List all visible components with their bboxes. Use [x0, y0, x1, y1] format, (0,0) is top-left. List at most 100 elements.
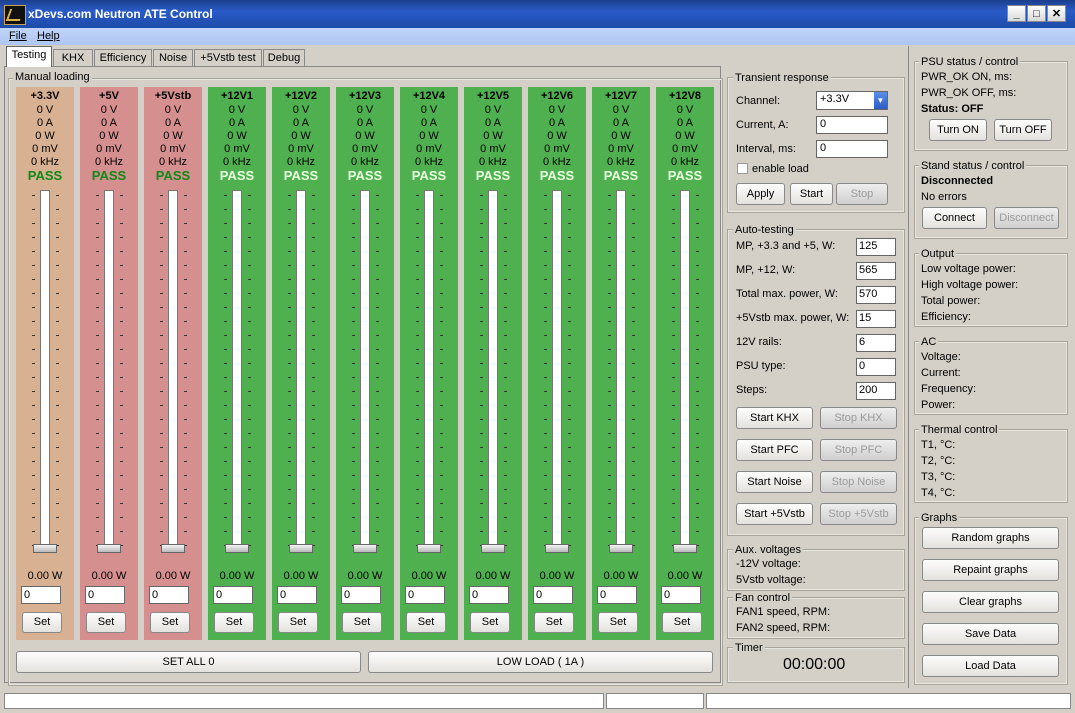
autotest-stop-button[interactable]: Stop KHX	[820, 407, 897, 429]
random-graphs-button[interactable]: Random graphs	[922, 527, 1059, 549]
rail-set-button[interactable]: Set	[278, 612, 318, 633]
autotest-stop-button[interactable]: Stop PFC	[820, 439, 897, 461]
start-button[interactable]: Start	[790, 183, 833, 205]
rail-set-button[interactable]: Set	[662, 612, 702, 633]
slider-tick	[184, 321, 187, 322]
slider-tick	[32, 461, 35, 462]
tab-debug[interactable]: Debug	[263, 49, 305, 66]
autotest-field-input[interactable]: 6	[856, 334, 896, 352]
load-slider-thumb[interactable]	[545, 544, 569, 553]
autotest-start-button[interactable]: Start +5Vstb	[736, 503, 813, 525]
rail-load-input[interactable]	[469, 586, 509, 604]
channel-select[interactable]: +3.3V ▼	[816, 91, 888, 110]
autotest-field-input[interactable]: 570	[856, 286, 896, 304]
load-slider-track[interactable]	[40, 190, 50, 548]
rail-load-input[interactable]	[277, 586, 317, 604]
autotest-start-button[interactable]: Start Noise	[736, 471, 813, 493]
turn-on-button[interactable]: Turn ON	[929, 119, 987, 141]
slider-tick	[632, 475, 635, 476]
load-slider-track[interactable]	[424, 190, 434, 548]
autotest-field-input[interactable]: 15	[856, 310, 896, 328]
load-slider-track[interactable]	[296, 190, 306, 548]
menu-file[interactable]: File	[9, 30, 27, 42]
autotest-field-input[interactable]: 125	[856, 238, 896, 256]
rail-set-button[interactable]: Set	[86, 612, 126, 633]
load-slider-thumb[interactable]	[673, 544, 697, 553]
slider-tick	[504, 517, 507, 518]
rail-set-button[interactable]: Set	[22, 612, 62, 633]
interval-input[interactable]: 0	[816, 140, 888, 158]
rail-load-input[interactable]	[149, 586, 189, 604]
rail-load-input[interactable]	[341, 586, 381, 604]
menu-help[interactable]: Help	[37, 30, 60, 42]
rail-set-button[interactable]: Set	[598, 612, 638, 633]
save-data-button[interactable]: Save Data	[922, 623, 1059, 645]
rail-set-button[interactable]: Set	[214, 612, 254, 633]
load-slider-track[interactable]	[680, 190, 690, 548]
autotest-start-button[interactable]: Start PFC	[736, 439, 813, 461]
tab-5vstb-test[interactable]: +5Vstb test	[194, 49, 262, 66]
autotest-field-input[interactable]: 565	[856, 262, 896, 280]
load-slider-track[interactable]	[104, 190, 114, 548]
chevron-down-icon[interactable]: ▼	[874, 92, 887, 109]
close-button[interactable]: ✕	[1047, 5, 1066, 22]
rail-set-button[interactable]: Set	[342, 612, 382, 633]
load-slider-track[interactable]	[360, 190, 370, 548]
tab-testing[interactable]: Testing	[6, 46, 52, 67]
tab-noise[interactable]: Noise	[153, 49, 193, 66]
autotest-field-input[interactable]: 200	[856, 382, 896, 400]
rail-set-button[interactable]: Set	[406, 612, 446, 633]
low-load-button[interactable]: LOW LOAD ( 1A )	[368, 651, 713, 673]
set-all-button[interactable]: SET ALL 0	[16, 651, 361, 673]
load-slider-thumb[interactable]	[97, 544, 121, 553]
load-slider-track[interactable]	[232, 190, 242, 548]
slider-tick	[608, 447, 611, 448]
slider-tick	[120, 209, 123, 210]
load-slider-thumb[interactable]	[353, 544, 377, 553]
slider-tick	[544, 503, 547, 504]
rail-load-input[interactable]	[405, 586, 445, 604]
rail-set-button[interactable]: Set	[470, 612, 510, 633]
load-slider-track[interactable]	[616, 190, 626, 548]
slider-tick	[480, 307, 483, 308]
disconnect-button[interactable]: Disconnect	[994, 207, 1059, 229]
enable-load-checkbox[interactable]	[737, 163, 748, 174]
autotest-field-input[interactable]: 0	[856, 358, 896, 376]
rail-load-input[interactable]	[85, 586, 125, 604]
load-data-button[interactable]: Load Data	[922, 655, 1059, 677]
slider-tick	[184, 405, 187, 406]
load-slider-track[interactable]	[552, 190, 562, 548]
load-slider-thumb[interactable]	[33, 544, 57, 553]
turn-off-button[interactable]: Turn OFF	[994, 119, 1052, 141]
load-slider-thumb[interactable]	[481, 544, 505, 553]
slider-tick	[480, 335, 483, 336]
connect-button[interactable]: Connect	[922, 207, 987, 229]
load-slider-track[interactable]	[168, 190, 178, 548]
rail-load-input[interactable]	[661, 586, 701, 604]
repaint-graphs-button[interactable]: Repaint graphs	[922, 559, 1059, 581]
rail-load-input[interactable]	[21, 586, 61, 604]
load-slider-thumb[interactable]	[417, 544, 441, 553]
rail-set-button[interactable]: Set	[534, 612, 574, 633]
rail-load-input[interactable]	[213, 586, 253, 604]
tab-efficiency[interactable]: Efficiency	[94, 49, 152, 66]
slider-tick	[288, 377, 291, 378]
tab-khx[interactable]: KHX	[53, 49, 93, 66]
current-input[interactable]: 0	[816, 116, 888, 134]
load-slider-track[interactable]	[488, 190, 498, 548]
rail-load-input[interactable]	[597, 586, 637, 604]
load-slider-thumb[interactable]	[225, 544, 249, 553]
load-slider-thumb[interactable]	[161, 544, 185, 553]
load-slider-thumb[interactable]	[609, 544, 633, 553]
load-slider-thumb[interactable]	[289, 544, 313, 553]
rail-load-input[interactable]	[533, 586, 573, 604]
apply-button[interactable]: Apply	[736, 183, 785, 205]
stop-button[interactable]: Stop	[836, 183, 888, 205]
clear-graphs-button[interactable]: Clear graphs	[922, 591, 1059, 613]
autotest-stop-button[interactable]: Stop +5Vstb	[820, 503, 897, 525]
maximize-button[interactable]: □	[1027, 5, 1046, 22]
autotest-start-button[interactable]: Start KHX	[736, 407, 813, 429]
rail-set-button[interactable]: Set	[150, 612, 190, 633]
autotest-stop-button[interactable]: Stop Noise	[820, 471, 897, 493]
minimize-button[interactable]: _	[1007, 5, 1026, 22]
